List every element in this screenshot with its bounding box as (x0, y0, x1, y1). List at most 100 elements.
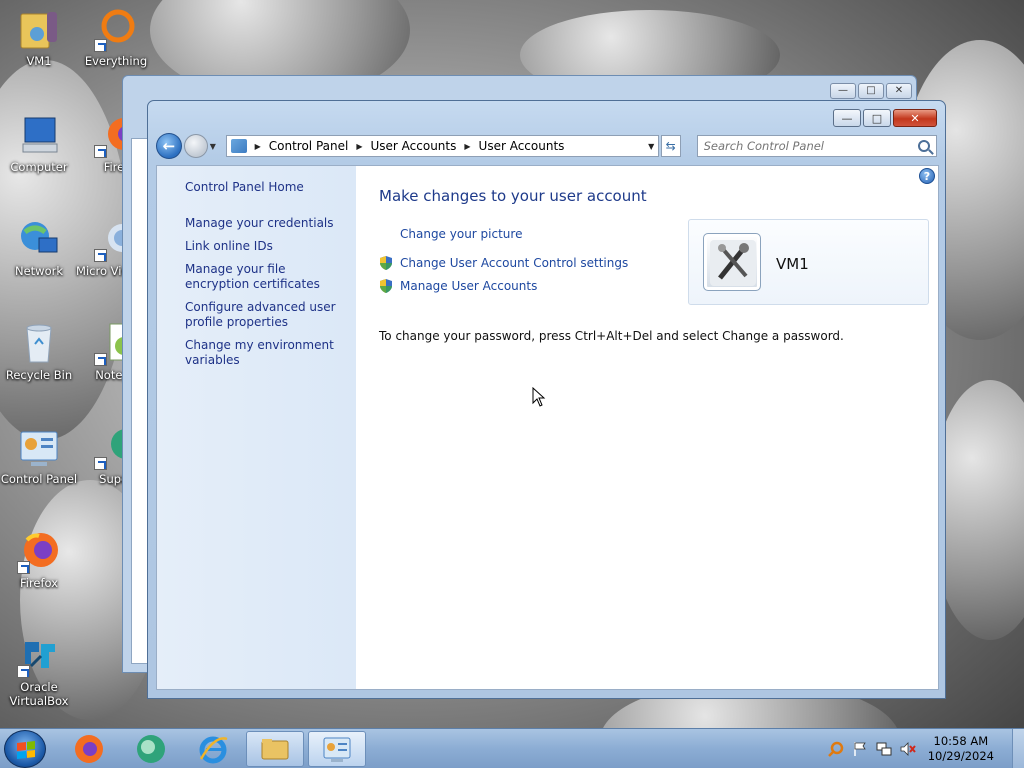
user-folder-icon (17, 8, 61, 52)
search-box[interactable] (696, 135, 938, 157)
task-label: Change User Account Control settings (400, 256, 629, 270)
internet-explorer-icon (199, 736, 228, 764)
shortcut-arrow-icon (94, 457, 107, 470)
chevron-right-icon[interactable]: ▶ (464, 142, 470, 151)
desktop-icon-label: Computer (10, 160, 68, 174)
windows-logo-icon (17, 741, 35, 759)
desktop-icon-label: Network (14, 264, 64, 278)
shortcut-arrow-icon (17, 561, 30, 574)
computer-icon (17, 114, 61, 158)
control-panel-icon (230, 139, 247, 153)
refresh-button[interactable]: ⇆ (660, 135, 681, 157)
desktop-icon-control-panel[interactable]: Control Panel (0, 426, 79, 486)
chevron-right-icon[interactable]: ▶ (356, 142, 362, 151)
sidebar-item-advanced-profile[interactable]: Configure advanced user profile properti… (185, 300, 345, 330)
desktop-icon-computer[interactable]: Computer (0, 114, 79, 174)
navigation-bar: ← ▼ ▶ Control Panel ▶ User Accounts ▶ Us… (156, 132, 938, 160)
maximize-button[interactable]: □ (858, 83, 884, 99)
manage-user-accounts-link[interactable]: Manage User Accounts (378, 278, 537, 294)
tools-avatar-icon (710, 240, 756, 286)
uac-shield-icon (380, 279, 392, 293)
taskbar-super-app[interactable] (122, 731, 180, 767)
taskbar-file-explorer[interactable] (246, 731, 304, 767)
change-picture-link[interactable]: Change your picture (378, 227, 522, 241)
taskbar-firefox[interactable] (60, 731, 118, 767)
system-tray: 10:58 AM 10/29/2024 (827, 729, 1024, 768)
chevron-right-icon[interactable]: ▶ (255, 142, 261, 151)
recent-pages-dropdown[interactable]: ▼ (210, 142, 222, 151)
forward-button[interactable] (183, 134, 208, 158)
everything-icon (94, 8, 138, 52)
arrow-left-icon: ← (162, 137, 176, 155)
desktop-icon-label: Recycle Bin (5, 368, 73, 382)
user-accounts-window[interactable]: — □ ✕ ← ▼ ▶ Control Panel ▶ User Account… (147, 100, 946, 699)
network-tray-icon[interactable] (876, 741, 892, 757)
desktop-icon-network[interactable]: Network (0, 218, 79, 278)
desktop-icon-label: Oracle VirtualBox (9, 680, 69, 708)
virtualbox-icon (17, 634, 61, 678)
sidebar-item-link-online-ids[interactable]: Link online IDs (185, 239, 345, 254)
search-icon[interactable] (918, 140, 931, 152)
address-bar[interactable]: ▶ Control Panel ▶ User Accounts ▶ User A… (225, 135, 659, 157)
volume-muted-icon[interactable] (900, 741, 916, 757)
mouse-cursor-icon (532, 387, 546, 407)
desktop-icon-label: Firefox (19, 576, 59, 590)
shortcut-arrow-icon (94, 353, 107, 366)
sidebar-item-control-panel-home[interactable]: Control Panel Home (185, 180, 345, 195)
shortcut-arrow-icon (94, 249, 107, 262)
breadcrumb-user-accounts-current[interactable]: User Accounts (479, 139, 565, 153)
action-center-flag-icon[interactable] (852, 741, 868, 757)
sidebar-item-manage-credentials[interactable]: Manage your credentials (185, 216, 345, 231)
breadcrumb-control-panel[interactable]: Control Panel (269, 139, 349, 153)
uac-settings-link[interactable]: Change User Account Control settings (378, 255, 628, 271)
shortcut-arrow-icon (17, 665, 30, 678)
desktop-icon-label: Control Panel (0, 472, 78, 486)
folder-icon (261, 739, 289, 760)
user-picture[interactable] (703, 233, 761, 291)
task-label: Change your picture (400, 227, 523, 241)
window-controls: — □ ✕ (833, 109, 937, 127)
user-name: VM1 (776, 255, 809, 273)
desktop-icon-firefox[interactable]: Firefox (0, 530, 79, 590)
super-app-icon (137, 735, 165, 763)
desktop-icon-label: Everything (84, 54, 148, 68)
show-desktop-button[interactable] (1012, 729, 1024, 768)
address-dropdown-icon[interactable]: ▼ (644, 142, 658, 151)
sidebar-item-environment-variables[interactable]: Change my environment variables (185, 338, 345, 368)
sidebar-item-file-encryption[interactable]: Manage your file encryption certificates (185, 262, 345, 292)
desktop-icon-recycle-bin[interactable]: Recycle Bin (0, 322, 79, 382)
search-tray-icon[interactable] (827, 741, 844, 757)
chevron-down-icon: ▼ (209, 141, 216, 151)
password-instructions: To change your password, press Ctrl+Alt+… (379, 329, 844, 343)
breadcrumb-user-accounts[interactable]: User Accounts (371, 139, 457, 153)
page-title: Make changes to your user account (379, 187, 647, 205)
maximize-button[interactable]: □ (863, 109, 891, 127)
help-icon[interactable]: ? (919, 168, 935, 184)
minimize-button[interactable]: — (830, 83, 856, 99)
search-input[interactable] (703, 139, 919, 153)
desktop-icon-vm1[interactable]: VM1 (0, 8, 79, 68)
desktop-icon-label: VM1 (26, 54, 52, 68)
refresh-icon: ⇆ (665, 139, 676, 153)
close-button[interactable]: ✕ (893, 109, 937, 127)
content-area: Control Panel Home Manage your credentia… (156, 165, 939, 690)
taskbar: 10:58 AM 10/29/2024 (0, 728, 1024, 768)
firefox-icon (75, 735, 103, 763)
taskbar-control-panel[interactable] (308, 731, 366, 767)
main-panel: ? Make changes to your user account Chan… (356, 166, 938, 689)
control-panel-icon (17, 426, 61, 470)
minimize-button[interactable]: — (833, 109, 861, 127)
close-button[interactable]: ✕ (886, 83, 912, 99)
taskbar-internet-explorer[interactable] (184, 731, 242, 767)
taskbar-clock[interactable]: 10:58 AM 10/29/2024 (928, 734, 994, 764)
sidebar: Control Panel Home Manage your credentia… (157, 166, 356, 689)
desktop-icon-everything[interactable]: Everything (76, 8, 156, 68)
user-account-card: VM1 (688, 219, 929, 305)
back-button[interactable]: ← (156, 133, 182, 159)
firefox-icon (17, 530, 61, 574)
recycle-bin-icon (17, 322, 61, 366)
desktop-icon-virtualbox[interactable]: Oracle VirtualBox (0, 634, 79, 708)
task-label: Manage User Accounts (400, 279, 538, 293)
shortcut-arrow-icon (94, 39, 107, 52)
start-button[interactable] (4, 730, 46, 768)
